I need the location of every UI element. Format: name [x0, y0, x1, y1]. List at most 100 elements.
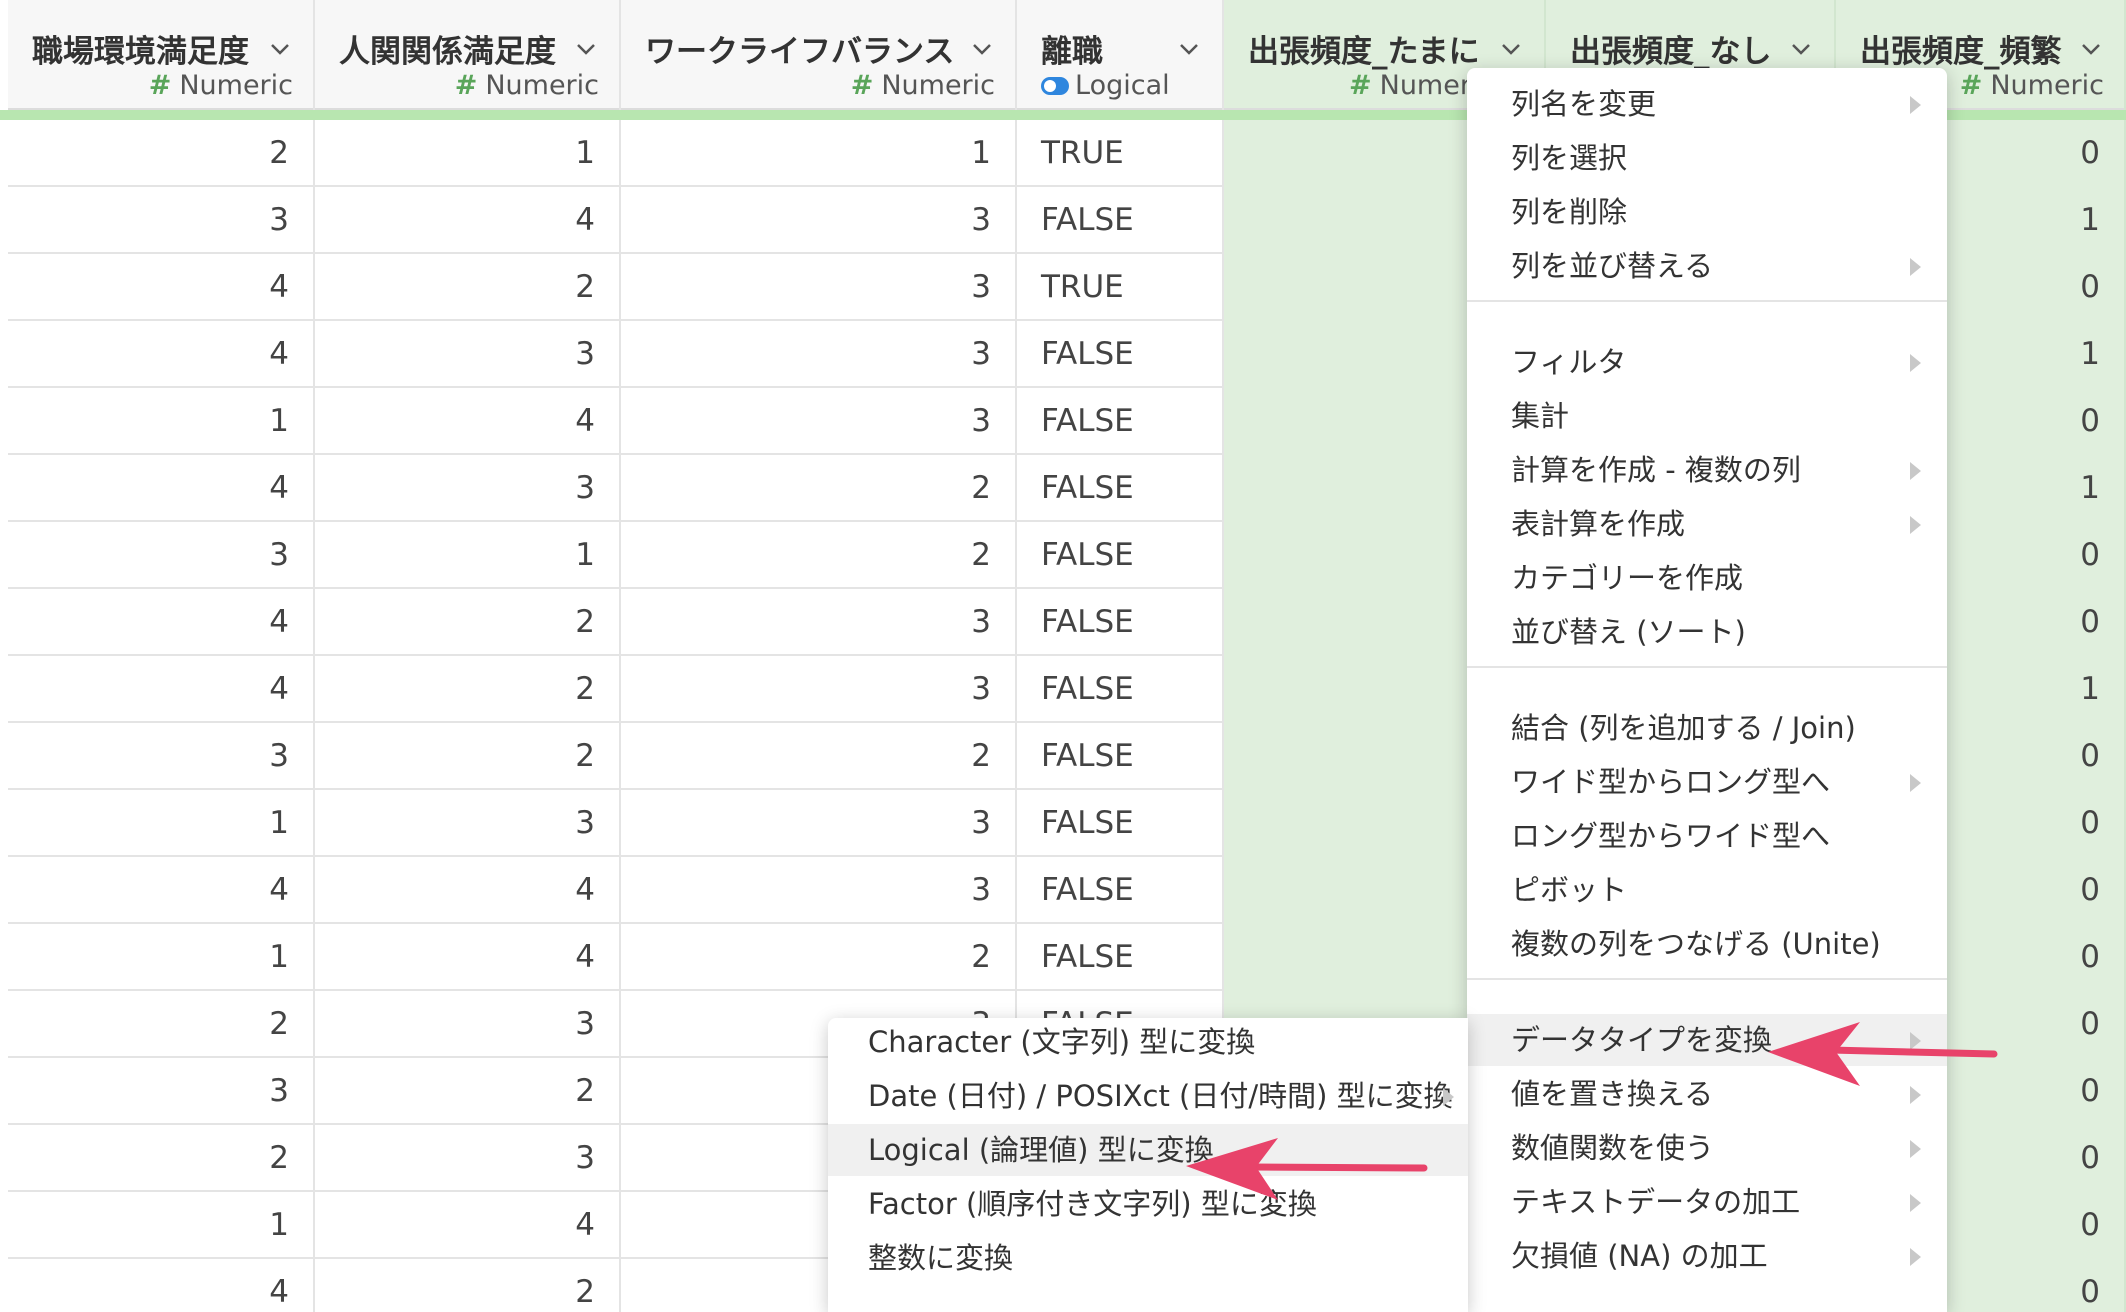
table-cell[interactable]: 2 [315, 254, 619, 321]
chevron-down-icon[interactable] [1178, 38, 1200, 60]
table-cell[interactable]: FALSE [1017, 187, 1222, 254]
table-cell[interactable]: TRUE [1017, 254, 1222, 321]
hash-icon: # [1349, 70, 1372, 101]
table-cell[interactable]: 3 [8, 187, 313, 254]
table-cell[interactable]: 1 [315, 120, 619, 187]
menu-item[interactable]: 列を並び替える [1467, 240, 1947, 292]
table-cell[interactable]: 2 [621, 455, 1015, 522]
table-cell[interactable]: 4 [315, 857, 619, 924]
table-cell[interactable]: FALSE [1017, 790, 1222, 857]
table-cell[interactable]: 3 [621, 388, 1015, 455]
table-cell[interactable]: 3 [315, 1125, 619, 1192]
table-cell[interactable]: 4 [8, 656, 313, 723]
table-cell[interactable]: 4 [8, 455, 313, 522]
submenu-item[interactable]: Date (日付) / POSIXct (日付/時間) 型に変換 [828, 1070, 1468, 1122]
menu-item[interactable]: カテゴリーを作成 [1467, 552, 1947, 604]
menu-item-label: 結合 (列を追加する / Join) [1511, 711, 1856, 745]
column-header[interactable]: 離職 Logical [1017, 0, 1222, 110]
table-cell[interactable]: 3 [8, 1058, 313, 1125]
table-cell[interactable]: 4 [315, 1192, 619, 1259]
table-cell[interactable]: 2 [621, 924, 1015, 991]
table-cell[interactable]: 3 [621, 857, 1015, 924]
table-cell[interactable]: TRUE [1017, 120, 1222, 187]
menu-item[interactable]: 表計算を作成 [1467, 498, 1947, 550]
table-cell[interactable]: 3 [621, 589, 1015, 656]
table-cell[interactable]: 2 [315, 656, 619, 723]
chevron-down-icon[interactable] [1500, 38, 1522, 60]
chevron-down-icon[interactable] [269, 38, 291, 60]
table-cell[interactable]: 3 [621, 656, 1015, 723]
menu-item[interactable]: ピボット [1467, 864, 1947, 916]
menu-item[interactable]: ワイド型からロング型へ [1467, 756, 1947, 808]
menu-item[interactable]: 集計 [1467, 390, 1947, 442]
table-cell[interactable]: 4 [8, 321, 313, 388]
menu-item[interactable]: 列名を変更 [1467, 78, 1947, 130]
table-cell[interactable]: 3 [621, 187, 1015, 254]
menu-item[interactable]: 数値関数を使う [1467, 1122, 1947, 1174]
table-cell[interactable]: 2 [621, 723, 1015, 790]
menu-item[interactable]: 列を削除 [1467, 186, 1947, 238]
chevron-down-icon[interactable] [1790, 38, 1812, 60]
table-cell[interactable]: 2 [621, 522, 1015, 589]
table-cell[interactable]: 4 [8, 857, 313, 924]
menu-item[interactable]: 結合 (列を追加する / Join) [1467, 702, 1947, 754]
table-cell[interactable]: FALSE [1017, 522, 1222, 589]
menu-item[interactable]: テキストデータの加工 [1467, 1176, 1947, 1228]
table-cell[interactable]: 4 [8, 589, 313, 656]
table-cell[interactable]: FALSE [1017, 656, 1222, 723]
table-cell[interactable]: 3 [621, 254, 1015, 321]
menu-item[interactable]: 列を選択 [1467, 132, 1947, 184]
table-cell[interactable]: FALSE [1017, 388, 1222, 455]
submenu-item[interactable]: 整数に変換 [828, 1232, 1468, 1284]
table-cell[interactable]: 2 [315, 1259, 619, 1312]
submenu-arrow-icon [1910, 354, 1921, 372]
table-cell[interactable]: FALSE [1017, 589, 1222, 656]
table-cell[interactable]: 2 [8, 120, 313, 187]
menu-item[interactable]: 複数の列をつなげる (Unite) [1467, 918, 1947, 970]
table-cell[interactable]: FALSE [1017, 723, 1222, 790]
table-cell[interactable]: 4 [315, 924, 619, 991]
menu-item[interactable]: 並び替え (ソート) [1467, 606, 1947, 658]
chevron-down-icon[interactable] [971, 38, 993, 60]
submenu-arrow-icon [1910, 516, 1921, 534]
table-cell[interactable]: 3 [315, 321, 619, 388]
column-header[interactable]: 人関関係満足度 # Numeric [315, 0, 619, 110]
table-cell[interactable]: 4 [8, 1259, 313, 1312]
table-cell[interactable]: 4 [315, 388, 619, 455]
table-cell[interactable]: FALSE [1017, 455, 1222, 522]
menu-item[interactable]: 計算を作成 - 複数の列 [1467, 444, 1947, 496]
column-header[interactable]: ワークライフバランス # Numeric [621, 0, 1015, 110]
table-cell[interactable]: 1 [315, 522, 619, 589]
menu-item[interactable]: フィルタ [1467, 336, 1947, 388]
menu-item-label: ピボット [1511, 873, 1628, 907]
menu-item-label: 並び替え (ソート) [1511, 615, 1746, 649]
table-cell[interactable]: FALSE [1017, 321, 1222, 388]
table-cell[interactable]: 4 [315, 187, 619, 254]
table-cell[interactable]: FALSE [1017, 857, 1222, 924]
table-cell[interactable]: 1 [8, 924, 313, 991]
table-cell[interactable]: 2 [315, 1058, 619, 1125]
table-cell[interactable]: 3 [621, 790, 1015, 857]
table-cell[interactable]: 2 [315, 589, 619, 656]
chevron-down-icon[interactable] [575, 38, 597, 60]
menu-item[interactable]: 欠損値 (NA) の加工 [1467, 1230, 1947, 1282]
table-cell[interactable]: FALSE [1017, 924, 1222, 991]
menu-item[interactable]: ロング型からワイド型へ [1467, 810, 1947, 862]
table-cell[interactable]: 3 [315, 790, 619, 857]
table-cell[interactable]: 3 [8, 522, 313, 589]
table-cell[interactable]: 3 [315, 991, 619, 1058]
table-cell[interactable]: 1 [621, 120, 1015, 187]
table-cell[interactable]: 1 [8, 790, 313, 857]
table-cell[interactable]: 3 [315, 455, 619, 522]
table-cell[interactable]: 4 [8, 254, 313, 321]
table-cell[interactable]: 3 [621, 321, 1015, 388]
table-cell[interactable]: 2 [8, 991, 313, 1058]
table-cell[interactable]: 1 [8, 1192, 313, 1259]
table-cell[interactable]: 2 [315, 723, 619, 790]
table-cell[interactable]: 3 [8, 723, 313, 790]
submenu-item[interactable]: Character (文字列) 型に変換 [828, 1016, 1468, 1068]
table-cell[interactable]: 2 [8, 1125, 313, 1192]
table-cell[interactable]: 1 [8, 388, 313, 455]
column-header[interactable]: 職場環境満足度 # Numeric [8, 0, 313, 110]
chevron-down-icon[interactable] [2080, 38, 2102, 60]
